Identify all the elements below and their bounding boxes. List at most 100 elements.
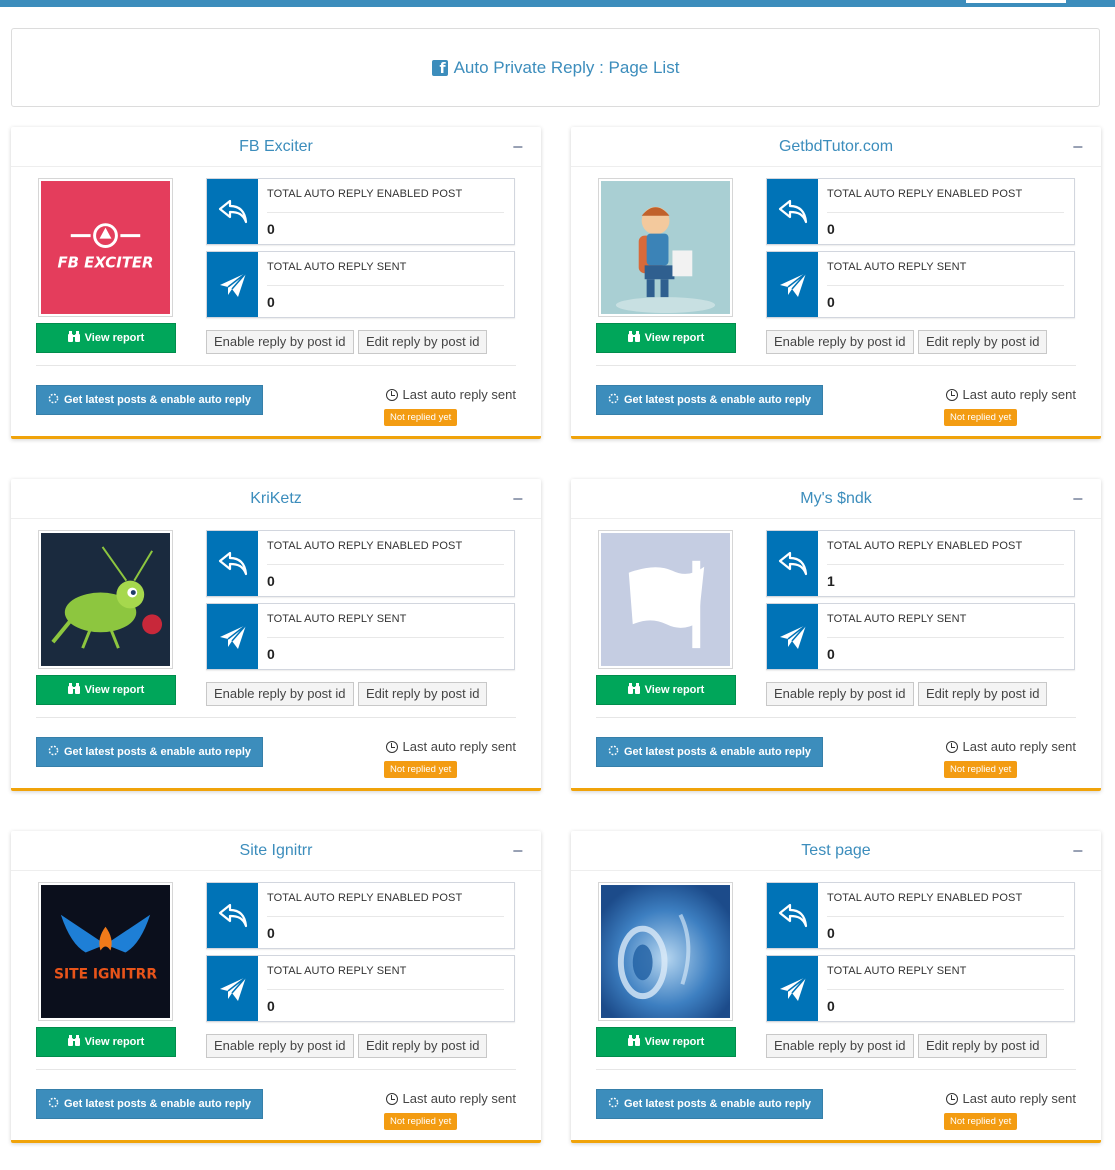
reply-sent-stat: TOTAL AUTO REPLY SENT 0: [206, 955, 515, 1022]
stat-label: TOTAL AUTO REPLY ENABLED POST: [267, 188, 463, 200]
page-name: KriKetz: [250, 490, 302, 507]
collapse-button[interactable]: −: [1072, 479, 1083, 519]
paper-plane-icon: [767, 252, 818, 317]
enable-reply-by-post-id-button[interactable]: Enable reply by post id: [766, 330, 914, 354]
paper-plane-icon: [207, 604, 258, 669]
edit-reply-by-post-id-button[interactable]: Edit reply by post id: [358, 330, 488, 354]
last-reply-label: Last auto reply sent: [962, 1091, 1076, 1106]
view-report-label: View report: [644, 1036, 705, 1048]
stat-divider: [267, 285, 504, 286]
view-report-button[interactable]: View report: [36, 675, 176, 705]
get-latest-posts-button[interactable]: Get latest posts & enable auto reply: [36, 385, 263, 415]
binoculars-icon: [67, 683, 80, 697]
stat-divider: [267, 212, 504, 213]
get-latest-label: Get latest posts & enable auto reply: [63, 1098, 252, 1110]
edit-reply-by-post-id-button[interactable]: Edit reply by post id: [918, 330, 1048, 354]
spinner-icon: [608, 1097, 619, 1111]
get-latest-label: Get latest posts & enable auto reply: [63, 746, 252, 758]
card-divider: [36, 717, 516, 718]
page-avatar: [598, 530, 733, 669]
page-title: Auto Private Reply : Page List: [453, 57, 680, 77]
last-reply-info: Last auto reply sent: [945, 739, 1076, 754]
stat-divider: [827, 212, 1064, 213]
stat-divider: [267, 564, 504, 565]
reply-sent-stat: TOTAL AUTO REPLY SENT 0: [206, 251, 515, 318]
view-report-button[interactable]: View report: [596, 1027, 736, 1057]
view-report-label: View report: [644, 332, 705, 344]
clock-icon: [945, 740, 958, 753]
stat-divider: [267, 637, 504, 638]
view-report-button[interactable]: View report: [596, 675, 736, 705]
edit-reply-by-post-id-button[interactable]: Edit reply by post id: [358, 682, 488, 706]
reply-sent-stat: TOTAL AUTO REPLY SENT 0: [206, 603, 515, 670]
stat-divider: [267, 916, 504, 917]
binoculars-icon: [627, 1035, 640, 1049]
stat-divider: [267, 989, 504, 990]
default-flag-avatar: [601, 533, 730, 666]
card-header: Test page −: [571, 831, 1101, 871]
paper-plane-icon: [767, 956, 818, 1021]
last-reply-info: Last auto reply sent: [385, 739, 516, 754]
collapse-button[interactable]: −: [512, 831, 523, 871]
card-header: FB Exciter −: [11, 127, 541, 167]
edit-reply-by-post-id-button[interactable]: Edit reply by post id: [918, 682, 1048, 706]
enable-reply-by-post-id-button[interactable]: Enable reply by post id: [206, 682, 354, 706]
enabled-post-stat: TOTAL AUTO REPLY ENABLED POST 1: [766, 530, 1075, 597]
status-badge: Not replied yet: [384, 761, 458, 778]
reply-sent-count: 0: [827, 998, 835, 1014]
enabled-post-count: 0: [827, 925, 835, 941]
top-navbar: [0, 0, 1115, 7]
spinner-icon: [608, 393, 619, 407]
collapse-button[interactable]: −: [1072, 127, 1083, 167]
reply-sent-count: 0: [827, 646, 835, 662]
fb-exciter-logo: FB EXCITER: [41, 181, 170, 314]
get-latest-posts-button[interactable]: Get latest posts & enable auto reply: [596, 1089, 823, 1119]
enabled-post-stat: TOTAL AUTO REPLY ENABLED POST 0: [766, 882, 1075, 949]
page-name: FB Exciter: [239, 138, 313, 155]
reply-icon: [207, 179, 258, 244]
card-header: KriKetz −: [11, 479, 541, 519]
get-latest-posts-button[interactable]: Get latest posts & enable auto reply: [36, 1089, 263, 1119]
status-badge: Not replied yet: [944, 761, 1018, 778]
view-report-button[interactable]: View report: [596, 323, 736, 353]
view-report-label: View report: [644, 684, 705, 696]
collapse-button[interactable]: −: [512, 479, 523, 519]
last-reply-info: Last auto reply sent: [945, 387, 1076, 402]
collapse-button[interactable]: −: [512, 127, 523, 167]
enabled-post-count: 0: [267, 573, 275, 589]
enabled-post-stat: TOTAL AUTO REPLY ENABLED POST 0: [766, 178, 1075, 245]
stat-label: TOTAL AUTO REPLY SENT: [827, 613, 967, 625]
site-ignitrr-logo: SITE IGNITRR: [41, 885, 170, 1018]
card-divider: [596, 365, 1076, 366]
stat-label: TOTAL AUTO REPLY ENABLED POST: [267, 540, 463, 552]
last-reply-label: Last auto reply sent: [962, 739, 1076, 754]
enable-reply-by-post-id-button[interactable]: Enable reply by post id: [206, 330, 354, 354]
get-latest-label: Get latest posts & enable auto reply: [623, 1098, 812, 1110]
edit-reply-by-post-id-button[interactable]: Edit reply by post id: [918, 1034, 1048, 1058]
get-latest-posts-button[interactable]: Get latest posts & enable auto reply: [36, 737, 263, 767]
card-header: My's $ndk −: [571, 479, 1101, 519]
get-latest-posts-button[interactable]: Get latest posts & enable auto reply: [596, 385, 823, 415]
enable-reply-by-post-id-button[interactable]: Enable reply by post id: [766, 1034, 914, 1058]
reply-icon: [767, 531, 818, 596]
view-report-button[interactable]: View report: [36, 323, 176, 353]
edit-reply-by-post-id-button[interactable]: Edit reply by post id: [358, 1034, 488, 1058]
enable-reply-by-post-id-button[interactable]: Enable reply by post id: [206, 1034, 354, 1058]
get-latest-posts-button[interactable]: Get latest posts & enable auto reply: [596, 737, 823, 767]
enabled-post-count: 0: [267, 221, 275, 237]
reply-sent-stat: TOTAL AUTO REPLY SENT 0: [766, 955, 1075, 1022]
clock-icon: [945, 1092, 958, 1105]
spinner-icon: [48, 745, 59, 759]
clock-icon: [945, 388, 958, 401]
view-report-label: View report: [84, 1036, 145, 1048]
student-illustration: [601, 181, 730, 314]
enabled-post-stat: TOTAL AUTO REPLY ENABLED POST 0: [206, 178, 515, 245]
spinner-icon: [608, 745, 619, 759]
binoculars-icon: [67, 331, 80, 345]
view-report-button[interactable]: View report: [36, 1027, 176, 1057]
enable-reply-by-post-id-button[interactable]: Enable reply by post id: [766, 682, 914, 706]
stat-label: TOTAL AUTO REPLY SENT: [827, 261, 967, 273]
navbar-active-tab[interactable]: [966, 0, 1066, 3]
stat-label: TOTAL AUTO REPLY ENABLED POST: [827, 892, 1023, 904]
collapse-button[interactable]: −: [1072, 831, 1083, 871]
